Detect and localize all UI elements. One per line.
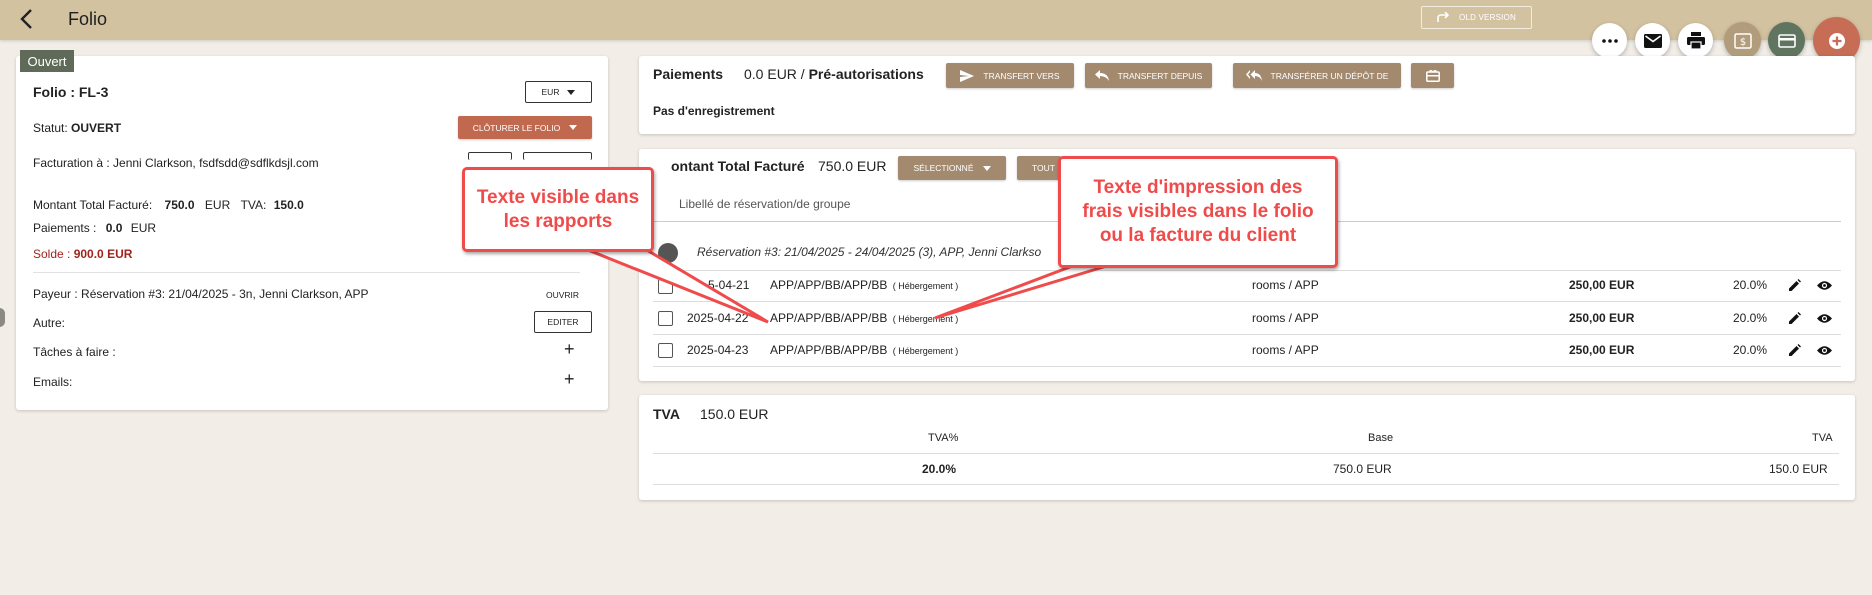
left-callout-pointer bbox=[577, 244, 769, 324]
right-callout-pointer bbox=[934, 263, 1111, 320]
callout-pointers bbox=[577, 244, 1111, 324]
print-text-callout: Texte d'impression des frais visibles da… bbox=[1058, 156, 1338, 268]
reports-text-callout: Texte visible dans les rapports bbox=[462, 167, 654, 252]
